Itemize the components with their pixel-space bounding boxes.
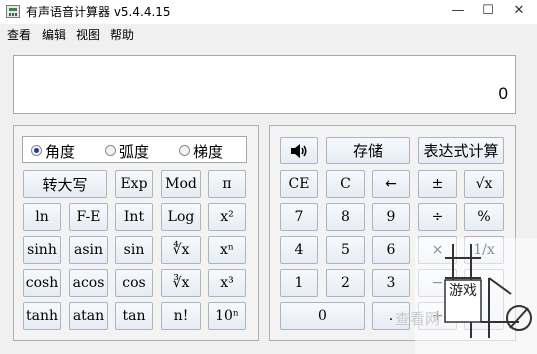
subtract-button[interactable]: −	[418, 269, 457, 297]
reciprocal-button[interactable]: 1/x	[464, 236, 504, 264]
radio-indicator	[179, 145, 190, 156]
equals-button[interactable]	[464, 269, 504, 330]
multiply-button[interactable]: ×	[418, 236, 457, 264]
digit-9-button[interactable]: 9	[372, 203, 410, 231]
display-value: 0	[498, 84, 508, 103]
radio-gradian-label: 梯度	[193, 143, 224, 161]
mod-button[interactable]: Mod	[161, 170, 201, 198]
sqrt-button[interactable]: √x	[464, 170, 504, 198]
radio-indicator	[105, 145, 116, 156]
angle-mode-group: 角度 弧度 梯度	[22, 136, 247, 163]
menu-display[interactable]: 视图	[76, 26, 100, 43]
ln-button[interactable]: ln	[23, 203, 61, 231]
maximize-button[interactable]: ☐	[474, 0, 502, 22]
menu-bar: 查看 编辑 视图 帮助	[0, 24, 537, 44]
radio-degree[interactable]: 角度	[31, 142, 91, 161]
tanh-button[interactable]: tanh	[23, 302, 61, 330]
pi-button[interactable]: π	[208, 170, 246, 198]
sinh-button[interactable]: sinh	[23, 236, 61, 264]
asin-button[interactable]: asin	[69, 236, 108, 264]
cosh-button[interactable]: cosh	[23, 269, 61, 297]
cos-button[interactable]: cos	[115, 269, 153, 297]
digit-5-button[interactable]: 5	[326, 236, 365, 264]
menu-view[interactable]: 查看	[7, 26, 31, 43]
x-squared-button[interactable]: x²	[208, 203, 246, 231]
int-button[interactable]: Int	[115, 203, 153, 231]
add-button[interactable]: +	[418, 302, 457, 330]
result-display: 0	[13, 55, 516, 114]
to-uppercase-button[interactable]: 转大写	[23, 170, 107, 198]
radio-degree-label: 角度	[45, 143, 76, 161]
menu-edit[interactable]: 编辑	[42, 26, 66, 43]
tan-button[interactable]: tan	[115, 302, 153, 330]
store-button[interactable]: 存储	[326, 137, 410, 164]
minimize-button[interactable]: —	[444, 0, 472, 22]
speaker-icon	[291, 143, 307, 158]
sin-button[interactable]: sin	[115, 236, 153, 264]
x-cubed-button[interactable]: x³	[208, 269, 246, 297]
radio-radian-label: 弧度	[119, 143, 150, 161]
digit-0-button[interactable]: 0	[280, 302, 365, 330]
fourth-root-button[interactable]: ∜x	[161, 236, 201, 264]
plus-minus-button[interactable]: ±	[418, 170, 457, 198]
clear-button[interactable]: C	[326, 170, 365, 198]
digit-7-button[interactable]: 7	[280, 203, 318, 231]
digit-6-button[interactable]: 6	[372, 236, 410, 264]
log-button[interactable]: Log	[161, 203, 201, 231]
divide-button[interactable]: ÷	[418, 203, 457, 231]
close-button[interactable]: ✕	[505, 0, 533, 22]
speak-button[interactable]	[280, 137, 318, 164]
atan-button[interactable]: atan	[69, 302, 108, 330]
factorial-button[interactable]: n!	[161, 302, 201, 330]
expression-calc-button[interactable]: 表达式计算	[418, 137, 504, 164]
calculator-app-icon	[6, 5, 20, 18]
radio-gradian[interactable]: 梯度	[179, 142, 239, 161]
backspace-button[interactable]: ←	[372, 170, 410, 198]
digit-8-button[interactable]: 8	[326, 203, 365, 231]
decimal-point-button[interactable]: .	[372, 302, 410, 330]
acos-button[interactable]: acos	[69, 269, 108, 297]
title-bar: 有声语音计算器 v5.4.4.15 — ☐ ✕	[0, 0, 537, 24]
clear-entry-button[interactable]: CE	[280, 170, 318, 198]
percent-button[interactable]: %	[464, 203, 504, 231]
menu-help[interactable]: 帮助	[110, 26, 134, 43]
radio-radian[interactable]: 弧度	[105, 142, 165, 161]
ten-power-n-button[interactable]: 10ⁿ	[208, 302, 246, 330]
cube-root-button[interactable]: ∛x	[161, 269, 201, 297]
digit-2-button[interactable]: 2	[326, 269, 365, 297]
window-title: 有声语音计算器 v5.4.4.15	[26, 5, 171, 19]
f-e-button[interactable]: F-E	[69, 203, 108, 231]
digit-1-button[interactable]: 1	[280, 269, 318, 297]
x-power-n-button[interactable]: xⁿ	[208, 236, 246, 264]
radio-indicator	[31, 145, 42, 156]
digit-3-button[interactable]: 3	[372, 269, 410, 297]
exp-button[interactable]: Exp	[115, 170, 153, 198]
digit-4-button[interactable]: 4	[280, 236, 318, 264]
